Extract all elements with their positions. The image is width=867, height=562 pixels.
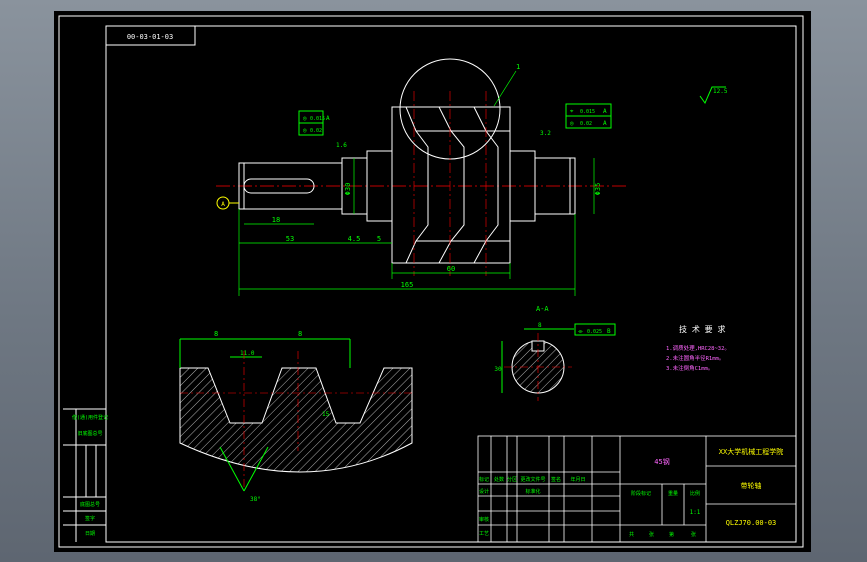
tech-req-title: 技 术 要 求: [679, 324, 725, 334]
gdt-section-datum: B: [607, 328, 611, 335]
inner-border: [105, 25, 797, 543]
header-0: 标记: [479, 476, 489, 483]
dim-groove-width: 11.0: [240, 350, 255, 357]
code-box-text: 00-03-01-03: [127, 33, 173, 41]
row-process: 工艺: [479, 531, 489, 537]
tech-req-item-3: 3.未注倒角C1mm。: [666, 364, 713, 372]
material: 45钢: [654, 457, 669, 466]
gdt-left: ◎ 0.015 A ◎ 0.02: [298, 110, 330, 136]
sheet-label-1: 张: [649, 531, 654, 538]
sheet-label-0: 共: [629, 531, 634, 538]
dim-length-a: 53: [286, 235, 294, 243]
dim-section-dia: 30: [494, 366, 502, 373]
gdt-left-symbol: ◎: [303, 115, 307, 122]
roughness-left: 1.6: [336, 142, 347, 149]
dim-groove-angle: 38°: [250, 496, 261, 503]
dimension-labels: 18 53 4.5 5 60 165 Φ30 Φ35 1 1.6 3.2: [272, 63, 602, 289]
gdt-left2-value: 0.02: [310, 128, 322, 134]
left-table-cell-2: 底图总号: [80, 501, 100, 508]
leader-1-label: 1: [516, 63, 520, 71]
drawing-canvas: 00-03-01-03 借(通)用件登记 旧底图总号 底图总号 签字 日期 A …: [58, 15, 804, 548]
sheet-label-2: 第: [669, 531, 674, 538]
row-review: 审核: [479, 516, 489, 523]
dim-middle: 60: [447, 265, 455, 273]
cad-viewport[interactable]: 00-03-01-03 借(通)用件登记 旧底图总号 底图总号 签字 日期 A …: [0, 0, 867, 562]
dim-key-length: 18: [272, 216, 280, 224]
row-design: 设计: [479, 488, 489, 495]
gdt-left-value: 0.015: [310, 116, 325, 122]
section-a-a: A-A 30 8 ⌯ 0.025 B: [494, 305, 616, 401]
left-table-cell-1: 旧底图总号: [77, 430, 102, 437]
dim-length-c: 5: [377, 235, 381, 243]
drawing-sheet: 00-03-01-03 借(通)用件登记 旧底图总号 底图总号 签字 日期 A …: [54, 11, 811, 552]
scale-label: 比例: [690, 490, 700, 497]
gdt-right-value: 0.015: [580, 109, 595, 115]
dim-length-b: 4.5: [348, 235, 361, 243]
header-3: 更改文件号: [520, 476, 545, 483]
shaft-main-view: A: [216, 58, 629, 276]
groove-detail-view: 8 8 11.0 38° 15: [179, 330, 413, 503]
dim-detail-a: 8: [214, 330, 218, 338]
stage-label: 阶段标记: [631, 490, 651, 497]
left-table-cell-4: 日期: [85, 531, 95, 537]
tech-req-item-1: 1.调质处理,HRC28~32。: [666, 344, 730, 352]
part-name: 带轮轴: [741, 481, 762, 490]
datum-label: A: [221, 201, 225, 208]
left-table-cell-0: 借(通)用件登记: [72, 414, 108, 421]
sheet-label-3: 张: [691, 531, 696, 538]
groove-section: [179, 367, 413, 473]
dim-overall: 165: [401, 281, 414, 289]
gdt-right-datum: A: [603, 108, 607, 115]
school-name: XX大学机械工程学院: [719, 447, 783, 456]
scale-value: 1:1: [690, 509, 701, 516]
left-table: 借(通)用件登记 旧底图总号 底图总号 签字 日期: [63, 408, 108, 542]
header-1: 处数: [494, 476, 504, 483]
gdt-left2-symbol: ◎: [303, 127, 307, 134]
gdt-right2-symbol: ◎: [570, 120, 574, 127]
gdt-left-datum: A: [326, 115, 330, 122]
header-5: 年月日: [570, 476, 585, 483]
dim-dia-left: Φ30: [344, 183, 352, 196]
drawing-number: QLZJ70.00-03: [726, 519, 777, 527]
gdt-section-value: 0.025: [587, 329, 602, 335]
roughness-value: 12.5: [713, 88, 728, 95]
section-label: A-A: [536, 305, 549, 313]
tech-requirements: 技 术 要 求 1.调质处理,HRC28~32。 2.未注圆角半径R1mm。 3…: [666, 324, 730, 372]
dim-section-key: 8: [538, 322, 542, 329]
dim-detail-b: 8: [298, 330, 302, 338]
dim-groove-pitch: 15: [322, 411, 330, 418]
tech-req-item-2: 2.未注圆角半径R1mm。: [666, 354, 724, 362]
gdt-section-symbol: ⌯: [578, 328, 583, 335]
left-table-cell-3: 签字: [85, 515, 95, 522]
weight-label: 重量: [668, 490, 678, 497]
outer-border: [58, 15, 804, 548]
header-4: 签名: [551, 476, 561, 483]
dim-dia-right: Φ35: [594, 183, 602, 196]
std-label: 标准化: [525, 488, 540, 495]
title-block-text: 45钢 XX大学机械工程学院 带轮轴 QLZJ70.00-03 标记 处数 分区…: [479, 447, 783, 538]
gdt-right-symbol: ⌖: [570, 108, 574, 115]
roughness-right: 3.2: [540, 130, 551, 137]
gdt-right2-value: 0.02: [580, 121, 592, 127]
header-2: 分区: [507, 476, 517, 483]
roughness-general: 12.5: [699, 86, 728, 105]
gdt-right2-datum: A: [603, 120, 607, 127]
gdt-right: ⌖ 0.015 A ◎ 0.02 A: [565, 103, 612, 129]
